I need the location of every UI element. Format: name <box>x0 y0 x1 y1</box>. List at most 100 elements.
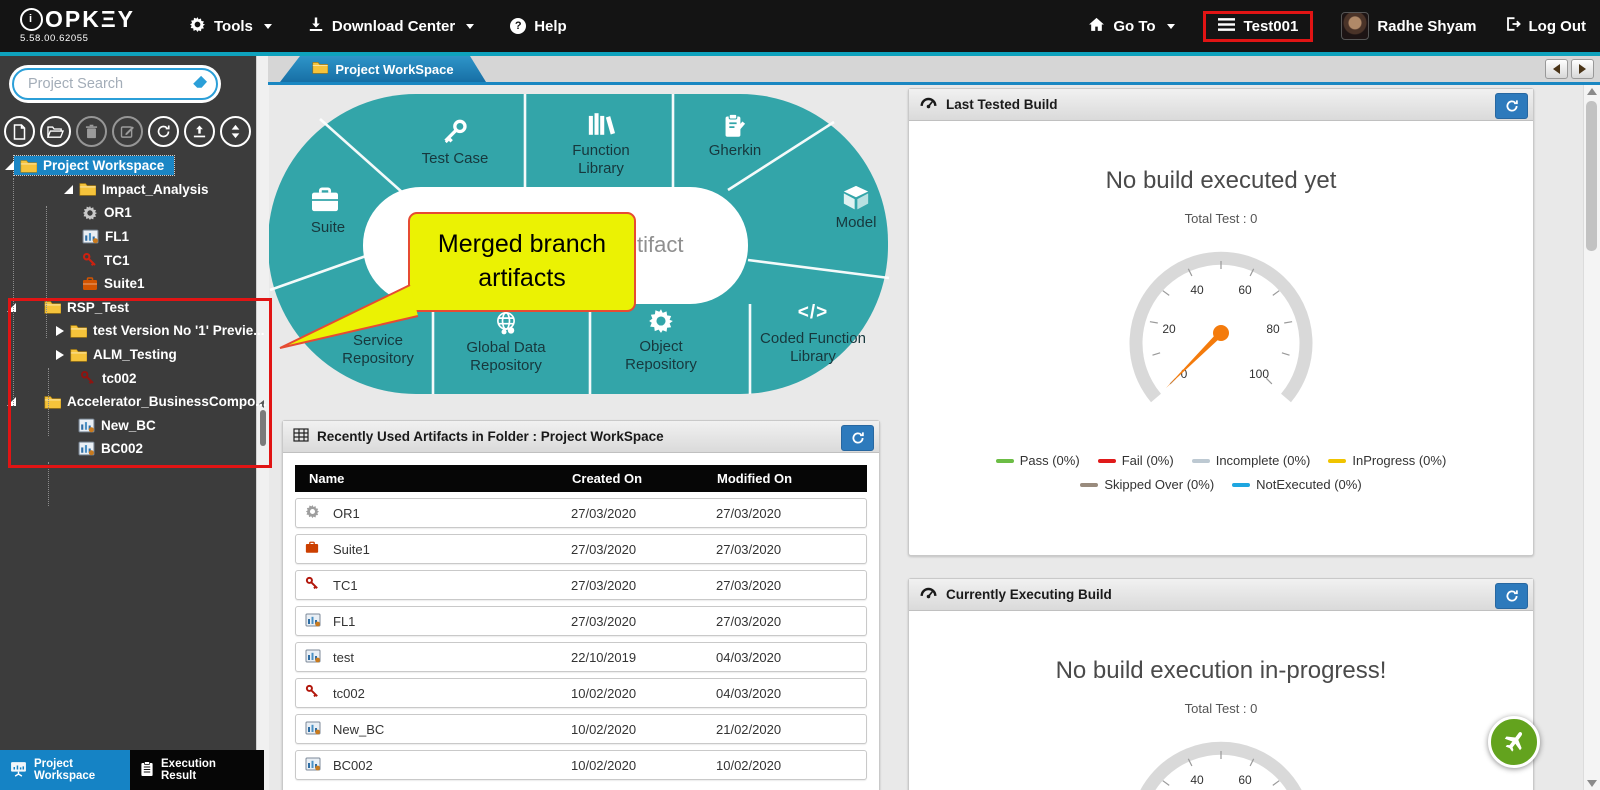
merged-branch-callout: Merged branch artifacts <box>408 212 636 312</box>
new-artifact-button[interactable] <box>4 116 35 147</box>
tools-menu[interactable]: Tools <box>189 16 272 37</box>
avatar <box>1341 12 1370 40</box>
segment-gherkin[interactable]: Gherkin <box>709 142 762 160</box>
segment-model[interactable]: Model <box>836 214 877 232</box>
function-library-icon <box>78 418 95 433</box>
download-center-menu[interactable]: Download Center <box>308 16 475 36</box>
segment-function-library[interactable]: Function Library <box>564 142 638 177</box>
table-row[interactable]: Suite1 27/03/2020 27/03/2020 <box>295 534 867 564</box>
tree-item-alm-testing[interactable]: ALM_Testing <box>0 343 256 367</box>
tree-item-rsp-test[interactable]: RSP_Test <box>0 296 256 320</box>
scroll-up-arrow[interactable] <box>1587 88 1597 95</box>
tree-guide-line <box>48 462 49 506</box>
tree-item-or1[interactable]: OR1 <box>0 201 256 225</box>
logout-icon <box>1505 16 1521 36</box>
project-selector[interactable]: Test001 <box>1202 10 1314 42</box>
refresh-last-tested-button[interactable] <box>1495 93 1528 119</box>
globe-icon <box>492 310 520 338</box>
refresh-tree-button[interactable] <box>148 116 179 147</box>
opkey-logo[interactable]: i OPKΞY 5.58.00.62055 <box>20 8 135 44</box>
tree-item-tc1[interactable]: TC1 <box>0 248 256 272</box>
edit-button[interactable] <box>112 116 143 147</box>
refresh-current-build-button[interactable] <box>1495 583 1528 609</box>
tree-item-fl1[interactable]: FL1 <box>0 225 256 249</box>
logo-o-icon: i <box>20 8 43 32</box>
table-row[interactable]: New_BC 10/02/2020 21/02/2020 <box>295 714 867 744</box>
gauge-hub <box>1213 325 1229 341</box>
segment-object-repository[interactable]: Object Repository <box>615 338 707 373</box>
skipped-swatch <box>1080 482 1099 487</box>
expander-open-icon[interactable] <box>7 302 16 312</box>
key-icon <box>80 370 96 386</box>
table-row[interactable]: TC1 27/03/2020 27/03/2020 <box>295 570 867 600</box>
tree-item-accelerator[interactable]: Accelerator_BusinessCompo... <box>0 390 267 414</box>
chevron-down-icon <box>1166 23 1175 29</box>
help-menu[interactable]: ? Help <box>510 18 567 35</box>
search-input[interactable] <box>26 75 190 93</box>
expander-open-icon[interactable] <box>7 397 16 407</box>
tree-item-project-workspace[interactable]: Project Workspace <box>0 154 256 178</box>
folder-icon <box>20 159 37 173</box>
speedometer-icon <box>919 96 938 114</box>
table-row[interactable]: OR1 27/03/2020 27/03/2020 <box>295 498 867 528</box>
tree-item-bc002[interactable]: BC002 <box>0 437 256 461</box>
clear-search-icon[interactable] <box>190 75 208 94</box>
delete-button[interactable] <box>76 116 107 147</box>
open-folder-button[interactable] <box>40 116 71 147</box>
chevron-down-icon <box>466 23 475 29</box>
tab-scroll-left-button[interactable] <box>1545 59 1568 79</box>
notexecuted-swatch <box>1232 482 1251 487</box>
tree-item-impact-analysis[interactable]: Impact_Analysis <box>0 178 256 202</box>
clipboard-icon <box>140 760 154 780</box>
tab-project-workspace[interactable]: Project WorkSpace <box>280 56 486 82</box>
sidebar-tab-project-workspace[interactable]: Project Workspace <box>0 750 130 790</box>
table-row[interactable]: FL1 27/03/2020 27/03/2020 <box>295 606 867 636</box>
page-scrollbar[interactable] <box>1583 85 1600 790</box>
segment-coded-function-library[interactable]: Coded Function Library <box>749 330 877 365</box>
expander-open-icon[interactable] <box>64 184 73 194</box>
goto-menu[interactable]: Go To <box>1088 17 1175 36</box>
logout-button[interactable]: Log Out <box>1505 16 1586 36</box>
function-library-icon <box>305 649 333 666</box>
tree-item-test-version[interactable]: test Version No '1' Previe... <box>0 319 265 343</box>
last-tested-message: No build executed yet <box>1105 167 1337 194</box>
segment-global-data-repository[interactable]: Global Data Repository <box>451 339 561 374</box>
tree-item-suite1[interactable]: Suite1 <box>0 272 256 296</box>
tree-item-new-bc[interactable]: New_BC <box>0 414 256 438</box>
expander-closed-icon[interactable] <box>56 325 64 336</box>
svg-text:20: 20 <box>1162 322 1176 336</box>
home-icon <box>1088 17 1105 36</box>
fab-execute-button[interactable] <box>1488 716 1540 768</box>
column-header-modified: Modified On <box>717 471 793 486</box>
table-row[interactable]: tc002 10/02/2020 04/03/2020 <box>295 678 867 708</box>
segment-suite[interactable]: Suite <box>311 219 345 237</box>
workspace-tabstrip: Project WorkSpace <box>268 56 1600 85</box>
sidebar-tab-execution-result[interactable]: Execution Result <box>130 750 264 790</box>
table-header-row: Name Created On Modified On <box>295 465 867 492</box>
sidebar-bottom-tabs: Project Workspace Execution Result <box>0 750 264 790</box>
refresh-recent-button[interactable] <box>841 425 874 451</box>
last-tested-title: Last Tested Build <box>946 97 1058 112</box>
function-library-icon <box>82 229 99 244</box>
scrollbar-thumb[interactable] <box>1586 101 1597 251</box>
legend-pass: Pass (0%) <box>995 453 1080 468</box>
upload-button[interactable] <box>184 116 215 147</box>
arrow-left-icon <box>1553 64 1560 74</box>
pass-swatch <box>995 458 1014 463</box>
svg-text:40: 40 <box>1190 283 1204 297</box>
table-row[interactable]: BC002 10/02/2020 10/02/2020 <box>295 750 867 780</box>
gauge-needle <box>1165 330 1224 389</box>
sort-button[interactable] <box>220 116 251 147</box>
table-row[interactable]: test 22/10/2019 04/03/2020 <box>295 642 867 672</box>
fail-swatch <box>1097 458 1116 463</box>
selected-highlight: Project Workspace <box>12 155 176 177</box>
segment-test-case[interactable]: Test Case <box>422 150 489 168</box>
tree-item-tc002[interactable]: tc002 <box>0 366 256 390</box>
sidebar-scrollbar-thumb[interactable] <box>260 410 266 446</box>
speedometer-icon <box>919 586 938 604</box>
user-menu[interactable]: Radhe Shyam <box>1341 12 1477 40</box>
tab-scroll-right-button[interactable] <box>1571 59 1594 79</box>
scroll-down-arrow[interactable] <box>1587 780 1597 787</box>
expander-open-icon[interactable] <box>5 161 14 171</box>
expander-closed-icon[interactable] <box>56 349 64 360</box>
